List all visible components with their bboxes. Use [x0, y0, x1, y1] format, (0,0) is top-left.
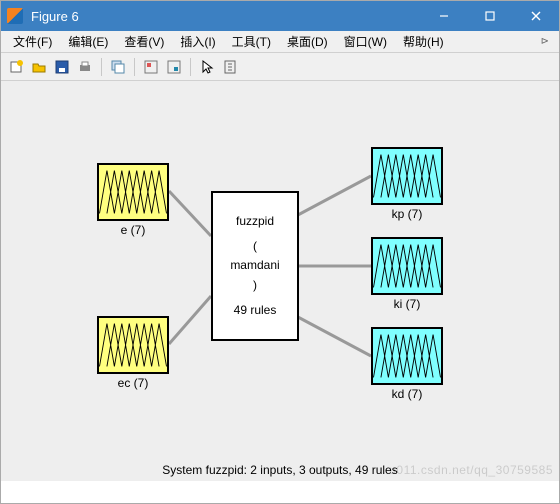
open-button[interactable]: [28, 56, 50, 78]
mf-icon: [373, 329, 441, 383]
system-rules: 49 rules: [219, 301, 291, 320]
minimize-icon: [439, 11, 449, 21]
menu-edit[interactable]: 编辑(E): [60, 31, 116, 52]
menu-file[interactable]: 文件(F): [5, 31, 60, 52]
output-label-ki: ki (7): [367, 297, 447, 311]
watermark: u011.csdn.net/qq_30759585: [389, 463, 553, 477]
link-axes-off-icon: [143, 59, 159, 75]
mf-icon: [99, 318, 167, 372]
menu-view[interactable]: 查看(V): [116, 31, 172, 52]
new-figure-button[interactable]: [5, 56, 27, 78]
figure-canvas: e (7) ec (7) fuzzpid ( mamdani ) 49 rule…: [1, 81, 559, 481]
open-icon: [31, 59, 47, 75]
menubar-chevron-icon[interactable]: ⊳: [535, 36, 555, 47]
maximize-icon: [485, 11, 495, 21]
print-icon: [77, 59, 93, 75]
output-box-kp[interactable]: [371, 147, 443, 205]
system-type-close: ): [219, 276, 291, 295]
mf-icon: [99, 165, 167, 219]
mf-icon: [373, 239, 441, 293]
pointer-icon: [199, 59, 215, 75]
titlebar: Figure 6: [1, 1, 559, 31]
menu-desktop[interactable]: 桌面(D): [279, 31, 336, 52]
link-axes-off-button[interactable]: [140, 56, 162, 78]
input-label-ec: ec (7): [93, 376, 173, 390]
output-box-kd[interactable]: [371, 327, 443, 385]
copy-figure-button[interactable]: [107, 56, 129, 78]
menu-tools[interactable]: 工具(T): [224, 31, 279, 52]
menubar: 文件(F) 编辑(E) 查看(V) 插入(I) 工具(T) 桌面(D) 窗口(W…: [1, 31, 559, 53]
input-box-e[interactable]: [97, 163, 169, 221]
menu-insert[interactable]: 插入(I): [172, 31, 223, 52]
mf-icon: [373, 149, 441, 203]
maximize-button[interactable]: [467, 1, 513, 31]
link-axes-on-icon: [166, 59, 182, 75]
matlab-logo-icon: [7, 8, 23, 24]
system-name: fuzzpid: [219, 212, 291, 231]
input-label-e: e (7): [93, 223, 173, 237]
window-buttons: [421, 1, 559, 31]
close-button[interactable]: [513, 1, 559, 31]
output-box-ki[interactable]: [371, 237, 443, 295]
copy-figure-icon: [110, 59, 126, 75]
window-title: Figure 6: [31, 9, 421, 24]
output-label-kd: kd (7): [367, 387, 447, 401]
save-button[interactable]: [51, 56, 73, 78]
close-icon: [531, 11, 541, 21]
system-type: mamdani: [219, 256, 291, 275]
link-axes-on-button[interactable]: [163, 56, 185, 78]
system-box[interactable]: fuzzpid ( mamdani ) 49 rules: [211, 191, 299, 341]
insert-colorbar-icon: [222, 59, 238, 75]
toolbar: [1, 53, 559, 81]
menu-window[interactable]: 窗口(W): [336, 31, 395, 52]
print-button[interactable]: [74, 56, 96, 78]
save-icon: [54, 59, 70, 75]
new-figure-icon: [8, 59, 24, 75]
insert-colorbar-button[interactable]: [219, 56, 241, 78]
minimize-button[interactable]: [421, 1, 467, 31]
output-label-kp: kp (7): [367, 207, 447, 221]
menu-help[interactable]: 帮助(H): [395, 31, 452, 52]
input-box-ec[interactable]: [97, 316, 169, 374]
system-type-open: (: [219, 237, 291, 256]
pointer-button[interactable]: [196, 56, 218, 78]
